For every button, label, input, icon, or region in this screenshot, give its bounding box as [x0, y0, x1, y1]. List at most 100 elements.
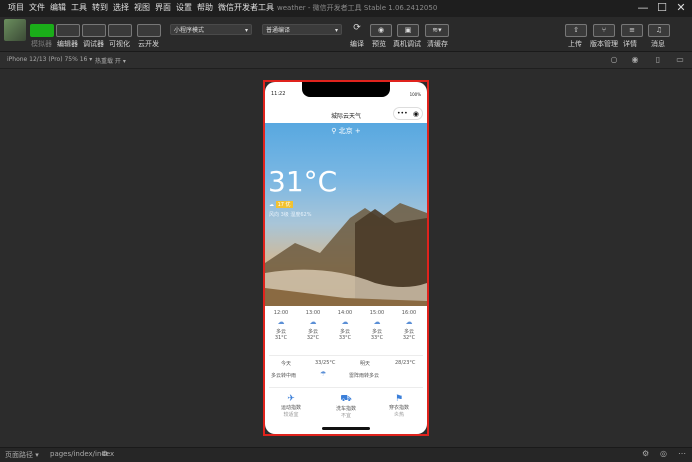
menu-item-edit[interactable]: 编辑	[50, 2, 66, 13]
city-selector[interactable]: ⚲ 北京 +	[265, 126, 427, 136]
eye-icon[interactable]: ◎	[660, 449, 667, 458]
version-button[interactable]: ⑂	[593, 24, 615, 37]
index-value: 较适宜	[283, 412, 299, 418]
hot-reload-toggle[interactable]: 热重载 开 ▾	[95, 56, 126, 65]
messages-button[interactable]: ♫	[648, 24, 670, 37]
hour-time: 15:00	[369, 310, 385, 316]
menu-item-help[interactable]: 帮助	[197, 2, 213, 13]
upload-button[interactable]: ⇧	[565, 24, 587, 37]
humidity-info: 风向 3级 湿度62%	[269, 212, 312, 218]
debugger-label: 调试器	[83, 40, 104, 48]
cloud-icon: ☁	[277, 318, 285, 326]
menu-item-tools[interactable]: 工具	[71, 2, 87, 13]
home-indicator	[322, 427, 370, 430]
hourly-item: 13:00 ☁ 多云 32°C	[297, 310, 329, 341]
settings-icon[interactable]: ⚙	[642, 449, 649, 458]
minimize-icon[interactable]: —	[634, 1, 652, 15]
menu-item-view[interactable]: 视图	[134, 2, 150, 13]
plus-icon[interactable]: +	[355, 127, 361, 135]
phone-icon[interactable]: ▯	[653, 55, 663, 64]
menu-item-devtools[interactable]: 微信开发者工具	[218, 2, 274, 13]
maximize-icon[interactable]: ☐	[653, 1, 671, 15]
mode-select-value: 小程序模式	[174, 27, 205, 34]
hour-time: 16:00	[401, 310, 417, 316]
index-item[interactable]: ⛟ 洗车指数 不宜	[326, 394, 366, 419]
cloud-icon: ☁	[373, 318, 381, 326]
rain-icon: ☂	[320, 370, 327, 378]
close-icon[interactable]: ✕	[672, 1, 690, 15]
messages-label: 消息	[651, 40, 665, 48]
cloud-icon: ☁	[341, 318, 349, 326]
hour-time: 13:00	[305, 310, 321, 316]
running-icon: ✈	[287, 394, 295, 404]
menu-item-select[interactable]: 选择	[113, 2, 129, 13]
compile-label[interactable]: 编译	[350, 39, 364, 49]
hour-temp: 33°C	[338, 335, 352, 341]
hourly-item: 15:00 ☁ 多云 33°C	[361, 310, 393, 341]
index-value: 炎热	[393, 412, 404, 418]
index-item[interactable]: ✈ 运动指数 较适宜	[271, 394, 311, 418]
compile-select[interactable]: 普通编译 ▾	[262, 24, 342, 35]
phone-notch	[302, 82, 390, 97]
clear-cache-button[interactable]: ≋▾	[425, 24, 449, 37]
cloud-label: 云开发	[138, 40, 159, 48]
menu-item-project[interactable]: 项目	[8, 2, 24, 13]
divider	[269, 387, 423, 388]
target-icon[interactable]: ◉	[630, 55, 640, 64]
main-menu: 项目 文件 编辑 工具 转到 选择 视图 界面 设置 帮助 微信开发者工具	[8, 2, 274, 13]
upload-label: 上传	[568, 40, 582, 48]
menu-bar: 项目 文件 编辑 工具 转到 选择 视图 界面 设置 帮助 微信开发者工具 we…	[0, 0, 692, 17]
details-button[interactable]: ≡	[621, 24, 643, 37]
copy-icon[interactable]: ⧉	[102, 449, 108, 459]
record-icon[interactable]: ○	[609, 55, 619, 64]
index-value: 不宜	[340, 413, 351, 419]
remote-debug-button[interactable]: ▣	[397, 24, 419, 37]
device-select[interactable]: iPhone 12/13 (Pro) 75% 16 ▾	[7, 56, 92, 63]
cloud-button[interactable]	[137, 24, 161, 37]
debugger-button[interactable]	[82, 24, 106, 37]
location-pin-icon: ⚲	[331, 127, 337, 135]
status-bar: 页面路径 ▾ pages/index/index ⧉ ⚙ ◎ ⋯	[0, 447, 692, 462]
hourly-item: 14:00 ☁ 多云 33°C	[329, 310, 361, 341]
close-mini-icon[interactable]: ◉	[413, 108, 419, 120]
remote-debug-label[interactable]: 真机调试	[393, 39, 421, 49]
hour-time: 14:00	[337, 310, 353, 316]
weather-hero: ⚲ 北京 + 31°C ☁ 17 优 风向 3级 湿度62%	[265, 123, 427, 306]
compile-select-value: 普通编译	[266, 27, 291, 34]
window-icon[interactable]: ▭	[675, 55, 685, 64]
preview-label[interactable]: 预览	[372, 39, 386, 49]
window-title: weather - 微信开发者工具 Stable 1.06.2412050	[277, 4, 438, 12]
index-item[interactable]: ⚑ 穿衣指数 炎热	[379, 394, 419, 418]
page-path-label[interactable]: 页面路径 ▾	[5, 450, 39, 460]
project-avatar[interactable]	[4, 19, 26, 41]
menu-item-interface[interactable]: 界面	[155, 2, 171, 13]
today-range: 33/25°C	[315, 360, 336, 366]
visual-button[interactable]	[108, 24, 132, 37]
menu-item-file[interactable]: 文件	[29, 2, 45, 13]
aqi-badge: 17 优	[275, 201, 293, 208]
version-label: 版本管理	[590, 40, 618, 48]
menu-item-goto[interactable]: 转到	[92, 2, 108, 13]
hourly-item: 12:00 ☁ 多云 31°C	[265, 310, 297, 341]
index-name: 运动指数	[280, 405, 301, 411]
chevron-down-icon: ▾	[334, 27, 338, 34]
preview-button[interactable]: ◉	[370, 24, 392, 37]
simulator-phone: 11:22 100% 城际云天气 ••• ◉ ⚲ 北京 + 31°C ☁ 17 …	[265, 82, 427, 434]
car-icon: ⛟	[340, 394, 352, 404]
index-name: 穿衣指数	[388, 405, 409, 411]
hour-temp: 32°C	[402, 335, 416, 341]
hour-temp: 33°C	[370, 335, 384, 341]
mode-select[interactable]: 小程序模式 ▾	[170, 24, 252, 35]
air-quality: ☁ 17 优	[269, 201, 293, 208]
menu-item-settings[interactable]: 设置	[176, 2, 192, 13]
more-icon[interactable]: ⋯	[678, 449, 686, 458]
hour-time: 12:00	[273, 310, 289, 316]
more-icon[interactable]: •••	[397, 108, 408, 120]
capsule-menu[interactable]: ••• ◉	[393, 107, 423, 120]
editor-button[interactable]	[56, 24, 80, 37]
simulator-button[interactable]	[30, 24, 54, 37]
refresh-icon[interactable]: ⟳	[350, 23, 364, 33]
clear-cache-label[interactable]: 清缓存	[427, 39, 448, 49]
status-battery: 100%	[409, 92, 421, 97]
details-label: 详情	[623, 40, 637, 48]
